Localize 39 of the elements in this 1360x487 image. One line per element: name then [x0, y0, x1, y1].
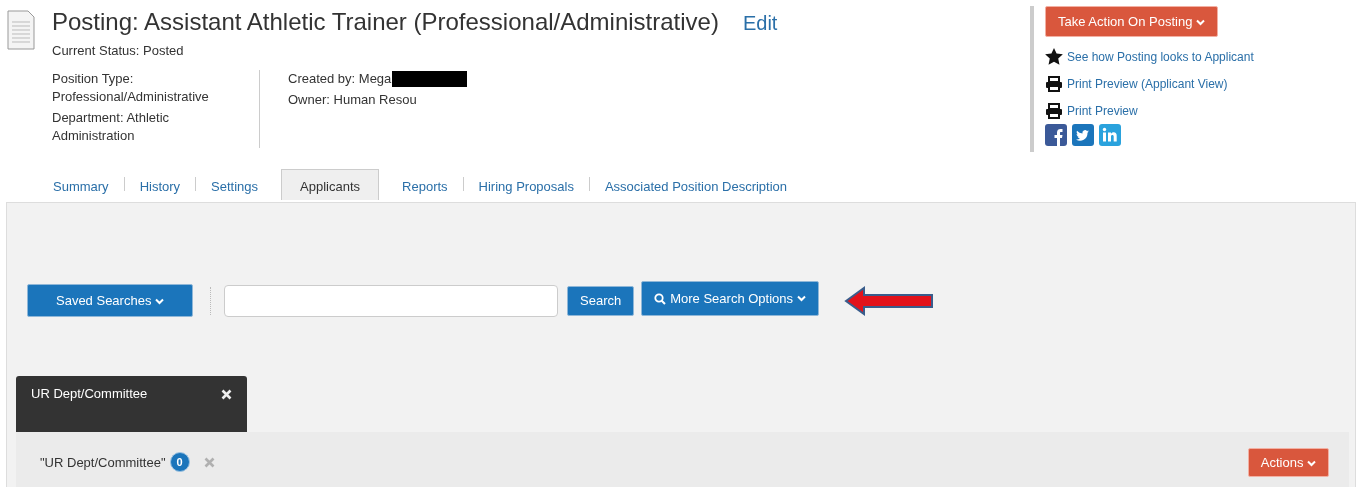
search-icon — [654, 292, 667, 305]
count-badge: 0 — [169, 452, 190, 472]
edit-link[interactable]: Edit — [742, 12, 778, 35]
tab[interactable]: Summary — [38, 168, 124, 200]
printer-icon — [1045, 102, 1063, 119]
tab[interactable]: Associated Position Description — [589, 168, 803, 200]
detail-text: Owner: Human Resou — [288, 91, 417, 109]
chevron-down-icon — [1196, 19, 1206, 27]
more-search-options-button[interactable]: More Search Options — [641, 281, 820, 316]
filter-chip-label: "UR Dept/Committee" — [40, 454, 166, 470]
tab[interactable]: Hiring Proposals — [463, 168, 589, 200]
tab[interactable]: Settings — [196, 168, 274, 200]
document-icon — [7, 10, 35, 50]
chevron-down-icon — [1307, 459, 1316, 467]
twitter-icon[interactable] — [1072, 124, 1094, 146]
detail-text: Department: Athletic Administration — [52, 109, 171, 145]
current-status: Current Status: Posted — [52, 43, 185, 58]
detail-text: Position Type: Professional/Administrative — [52, 70, 210, 106]
linkedin-icon[interactable] — [1099, 124, 1121, 146]
filter-tab[interactable]: UR Dept/Committee — [16, 376, 247, 432]
detail-text: Created by: Mega — [288, 70, 392, 88]
search-button[interactable]: Search — [567, 285, 635, 316]
tab[interactable]: Reports — [387, 168, 463, 200]
printer-icon — [1045, 75, 1063, 92]
action-link[interactable]: Print Preview — [1067, 103, 1138, 118]
take-action-button[interactable]: Take Action On Posting — [1045, 6, 1219, 37]
facebook-icon[interactable] — [1045, 124, 1067, 146]
posting-title: Posting: Assistant Athletic Trainer (Professional/Administrative) — [52, 8, 719, 36]
actions-button[interactable]: Actions — [1247, 447, 1329, 477]
tab[interactable]: Applicants — [281, 168, 380, 200]
action-link[interactable]: Print Preview (Applicant View) — [1067, 76, 1228, 91]
search-field[interactable] — [224, 284, 558, 317]
saved-searches-button[interactable]: Saved Searches — [27, 284, 193, 317]
filter-title: UR Dept/Committee — [31, 386, 148, 401]
action-link[interactable]: See how Posting looks to Applicant — [1067, 49, 1254, 64]
chevron-down-icon — [155, 298, 164, 306]
tab[interactable]: History — [124, 168, 196, 200]
chevron-down-icon — [797, 295, 807, 302]
star-icon — [1045, 48, 1063, 65]
